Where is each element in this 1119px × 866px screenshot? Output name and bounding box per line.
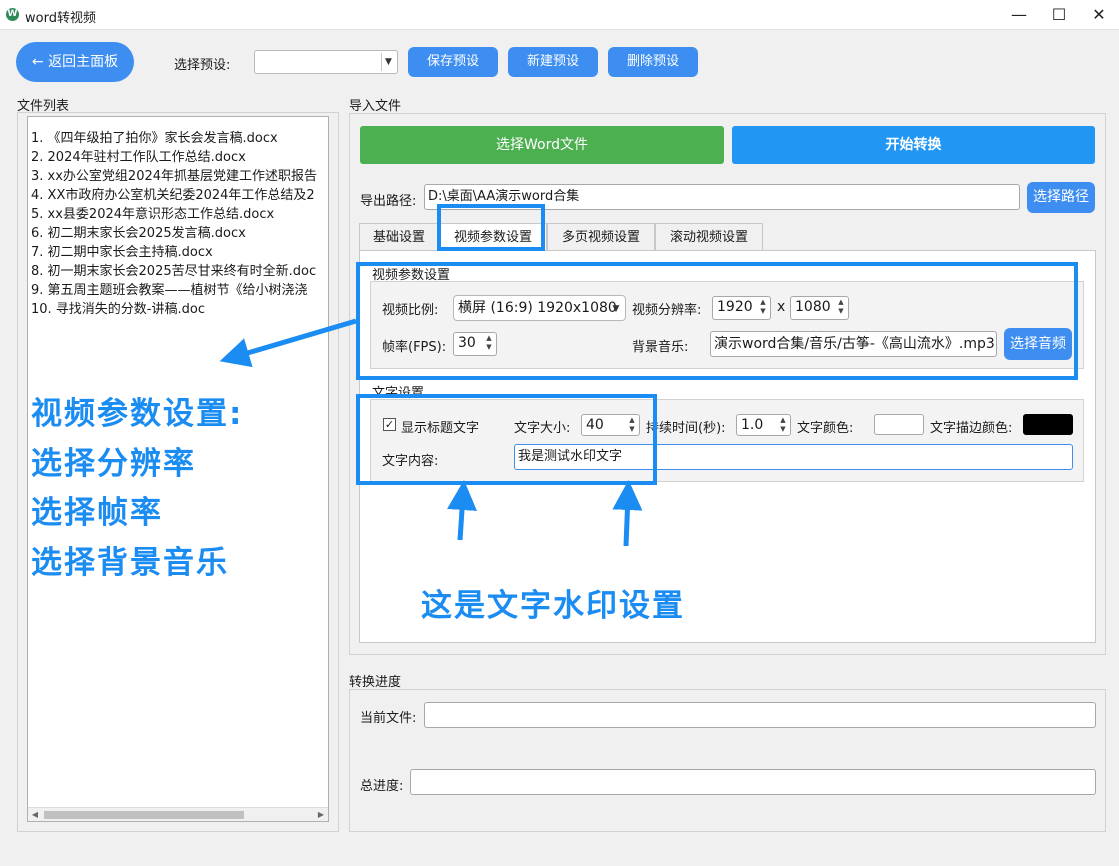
arrow-icon	[612, 480, 643, 547]
annotation-line: 选择背景音乐	[31, 545, 229, 581]
annotation-line: 选择帧率	[31, 495, 163, 531]
arrow-icon	[447, 480, 477, 541]
annotation-line: 选择分辨率	[31, 446, 196, 482]
annotation-bottom: 这是文字水印设置	[421, 588, 685, 624]
arrow-icon	[219, 318, 357, 368]
annotation-line: 视频参数设置:	[31, 396, 244, 432]
annotation-arrows	[219, 318, 643, 547]
